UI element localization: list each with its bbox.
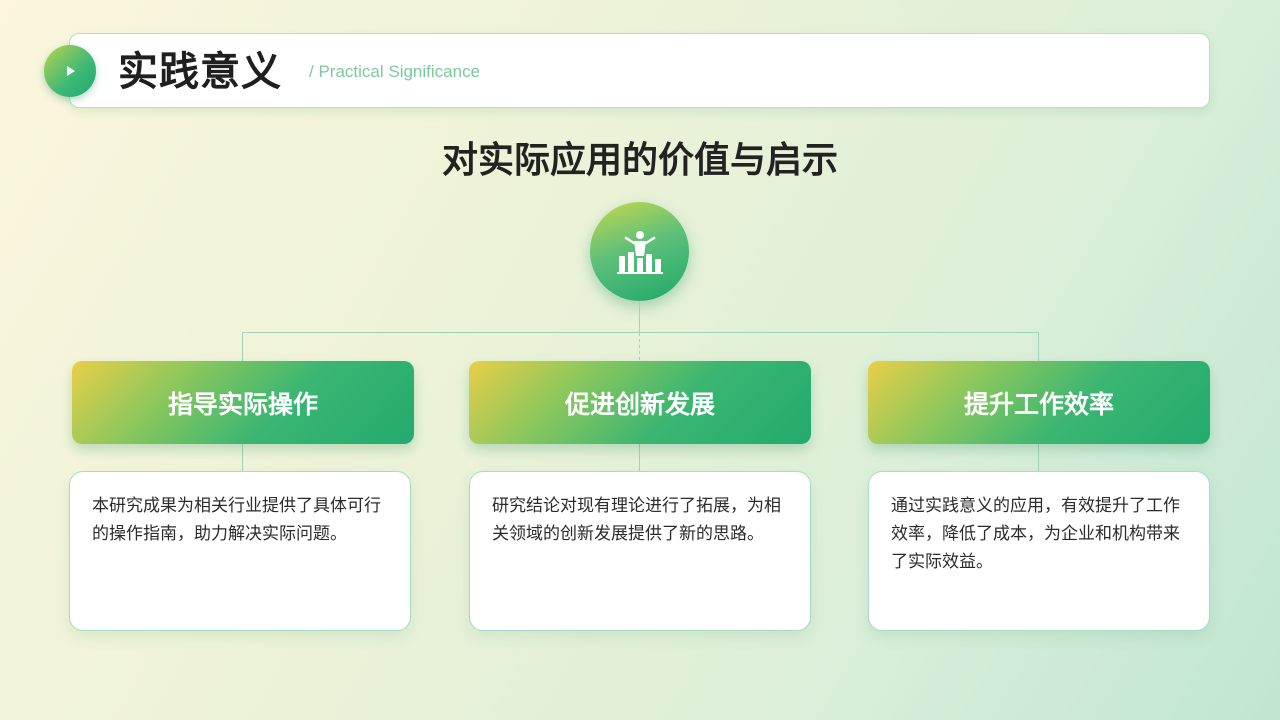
- connector-middle-bottom: [639, 444, 640, 471]
- connector-left-top: [242, 332, 243, 361]
- header-badge: [44, 45, 96, 97]
- card-text-promote-innovation: 研究结论对现有理论进行了拓展，为相关领域的创新发展提供了新的思路。: [469, 471, 811, 631]
- page-title: 实践意义: [118, 49, 282, 95]
- card-text-improve-efficiency: 通过实践意义的应用，有效提升了工作效率，降低了成本，为企业和机构带来了实际效益。: [868, 471, 1210, 631]
- section-title: 对实际应用的价值与启示: [441, 140, 838, 181]
- presentation-chart-icon: [616, 230, 663, 274]
- card-title-improve-efficiency: 提升工作效率: [868, 361, 1210, 444]
- connector-right-top: [1038, 332, 1039, 361]
- page-subtitle: / Practical Significance: [309, 62, 481, 81]
- connector-middle-top: [639, 333, 640, 361]
- connector-right-bottom: [1038, 444, 1039, 471]
- card-title-promote-innovation: 促进创新发展: [469, 361, 811, 444]
- connector-vertical-hub: [639, 301, 640, 332]
- play-icon: [67, 66, 75, 76]
- hub-badge: [590, 202, 689, 301]
- card-text-guide-practice: 本研究成果为相关行业提供了具体可行的操作指南，助力解决实际问题。: [69, 471, 411, 631]
- connector-horizontal: [242, 332, 1039, 333]
- connector-left-bottom: [242, 444, 243, 471]
- card-title-guide-practice: 指导实际操作: [72, 361, 414, 444]
